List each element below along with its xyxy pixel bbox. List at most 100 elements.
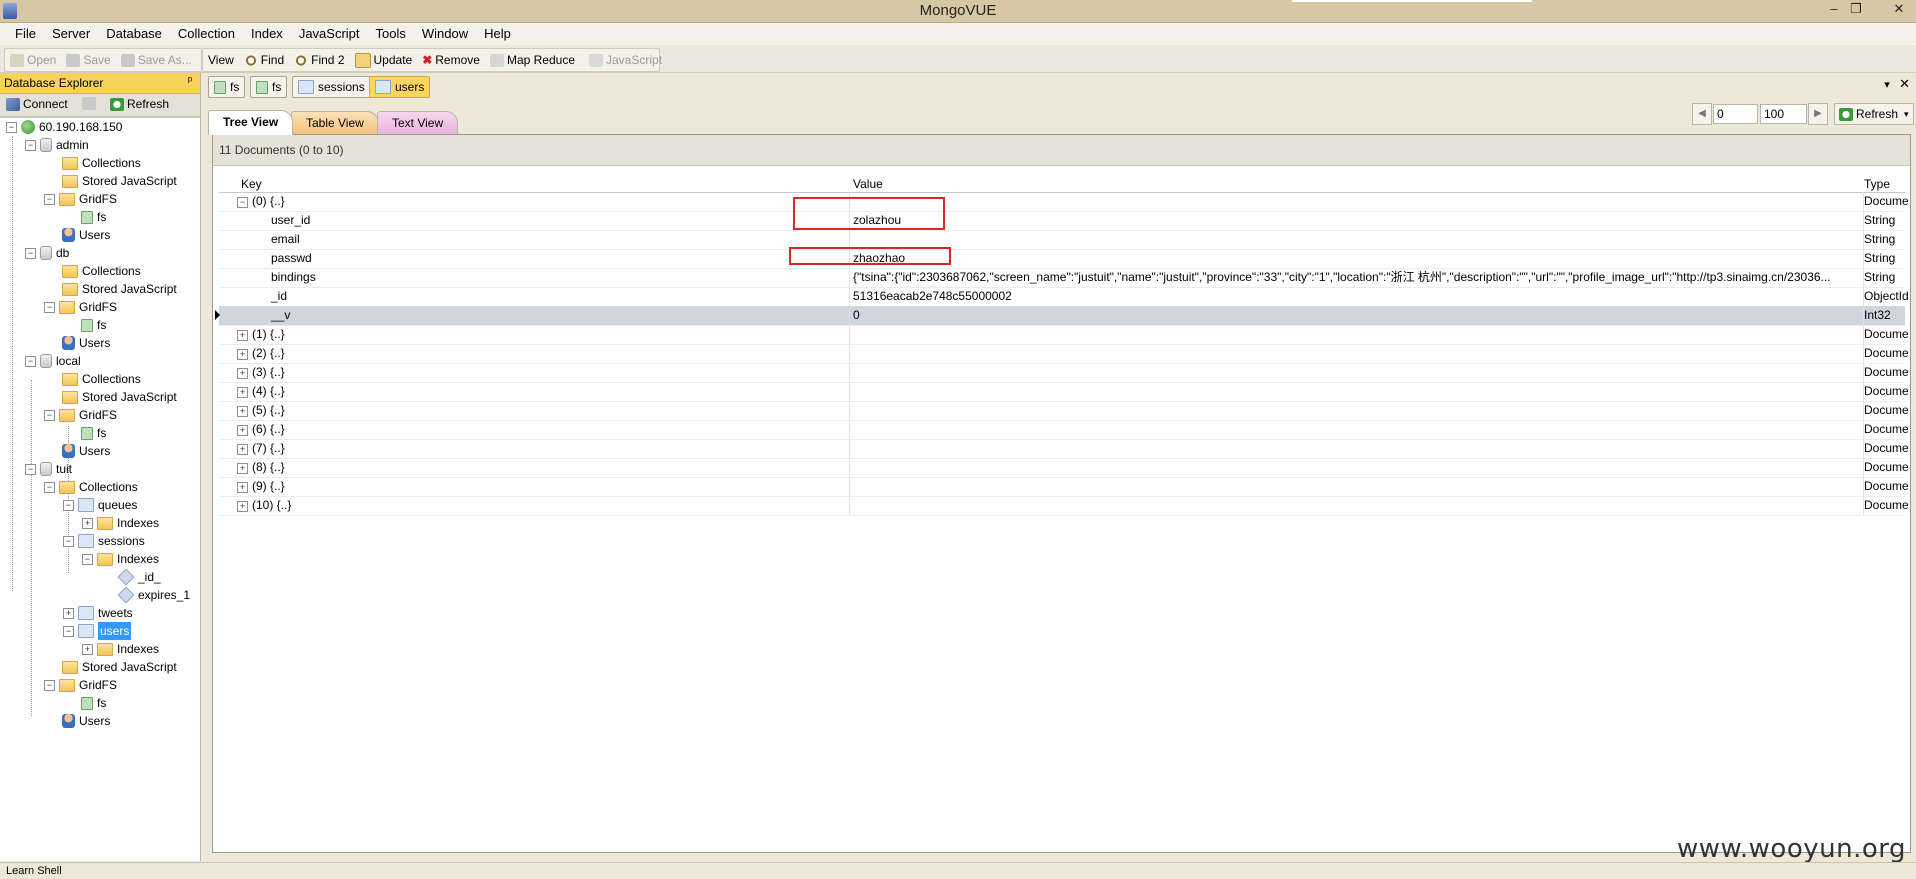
save-as-button[interactable]: Save As... xyxy=(116,49,197,71)
disconnect-button[interactable] xyxy=(82,97,99,110)
table-row[interactable]: + (2) {..} Document xyxy=(219,344,1908,364)
table-row[interactable]: passwd zhaozhao String xyxy=(219,249,1905,269)
tree-collection-queues[interactable]: − queues xyxy=(63,496,137,514)
open-button[interactable]: Open xyxy=(5,49,61,71)
tab-table-view[interactable]: Table View xyxy=(291,111,379,134)
menu-index[interactable]: Index xyxy=(243,23,291,45)
expand-icon[interactable]: + xyxy=(237,406,248,417)
tree-db-admin[interactable]: − admin xyxy=(25,136,89,154)
doc-tab-sessions[interactable]: sessions xyxy=(292,76,371,98)
collapse-icon[interactable]: − xyxy=(237,197,248,208)
table-row[interactable]: email String xyxy=(219,230,1905,250)
tree-stored-js[interactable]: Stored JavaScript xyxy=(62,280,177,298)
skip-input[interactable]: 0 xyxy=(1713,104,1758,124)
find2-button[interactable]: Find 2 xyxy=(289,49,349,71)
menu-tools[interactable]: Tools xyxy=(368,23,414,45)
map-reduce-button[interactable]: Map Reduce xyxy=(485,49,580,71)
javascript-button[interactable]: JavaScript xyxy=(584,49,667,71)
tree-users[interactable]: Users xyxy=(62,226,110,244)
tab-text-view[interactable]: Text View xyxy=(377,111,459,134)
tree-stored-js[interactable]: Stored JavaScript xyxy=(62,172,177,190)
tree-gridfs[interactable]: − GridFS xyxy=(44,298,117,316)
table-row[interactable]: + (1) {..} Document xyxy=(219,325,1908,345)
tree-users[interactable]: Users xyxy=(62,712,110,730)
table-row[interactable]: + (4) {..} Document xyxy=(219,382,1908,402)
doc-tab-fs[interactable]: fs xyxy=(208,76,246,98)
close-button[interactable]: ✕ xyxy=(1888,1,1910,19)
connect-button[interactable]: Connect xyxy=(6,97,68,111)
tree-gridfs[interactable]: − GridFS xyxy=(44,190,117,208)
collapse-icon[interactable]: − xyxy=(44,193,55,205)
tree-indexes[interactable]: − Indexes xyxy=(82,550,159,568)
collapse-icon[interactable]: − xyxy=(63,625,74,637)
table-row-selected[interactable]: __v 0 Int32 xyxy=(215,306,1905,326)
expand-icon[interactable]: + xyxy=(237,444,248,455)
tree-gridfs[interactable]: − GridFS xyxy=(44,406,117,424)
tree-db-db[interactable]: − db xyxy=(25,244,69,262)
collapse-icon[interactable]: − xyxy=(25,247,36,259)
table-row[interactable]: + (5) {..} Document xyxy=(219,401,1908,421)
tree-gridfs-fs[interactable]: fs xyxy=(81,316,106,334)
collapse-icon[interactable]: − xyxy=(25,139,36,151)
table-row[interactable]: user_id zolazhou String xyxy=(219,211,1905,231)
find-button[interactable]: Find xyxy=(239,49,289,71)
table-row[interactable]: + (10) {..} Document xyxy=(219,496,1908,516)
expand-icon[interactable]: + xyxy=(237,425,248,436)
dropdown-arrow-icon[interactable]: ▾ xyxy=(1904,109,1909,120)
expand-icon[interactable]: + xyxy=(237,501,248,512)
table-row[interactable]: _id 51316eacab2e748c55000002 ObjectId xyxy=(219,287,1908,307)
menu-file[interactable]: File xyxy=(0,23,44,45)
tree-gridfs-fs[interactable]: fs xyxy=(81,208,106,226)
expand-icon[interactable]: + xyxy=(237,349,248,360)
collapse-icon[interactable]: − xyxy=(25,355,36,367)
menu-window[interactable]: Window xyxy=(414,23,476,45)
collapse-icon[interactable]: − xyxy=(44,679,55,691)
explorer-refresh-button[interactable]: Refresh xyxy=(110,97,169,111)
tree-collections[interactable]: Collections xyxy=(62,370,141,388)
tree-db-local[interactable]: − local xyxy=(25,352,81,370)
expand-icon[interactable]: + xyxy=(237,387,248,398)
tree-collection-sessions[interactable]: − sessions xyxy=(63,532,145,550)
tree-gridfs-fs[interactable]: fs xyxy=(81,424,106,442)
doc-tab-fs-2[interactable]: fs xyxy=(250,76,288,98)
expand-icon[interactable]: + xyxy=(237,482,248,493)
update-button[interactable]: Update xyxy=(350,49,418,71)
tree-users[interactable]: Users xyxy=(62,442,110,460)
menu-collection[interactable]: Collection xyxy=(170,23,243,45)
tree-db-tuit[interactable]: − tuit xyxy=(25,460,72,478)
expand-icon[interactable]: + xyxy=(82,517,93,529)
menu-javascript[interactable]: JavaScript xyxy=(291,23,368,45)
tree-index-id[interactable]: _id_ xyxy=(117,568,161,586)
menu-help[interactable]: Help xyxy=(476,23,519,45)
table-row[interactable]: −(0) {..} Document xyxy=(219,192,1908,212)
grid-refresh-button[interactable]: Refresh ▾ xyxy=(1834,103,1914,125)
close-tab-icon[interactable]: ✕ xyxy=(1899,76,1910,91)
tree-collection-tweets[interactable]: + tweets xyxy=(63,604,133,622)
menu-server[interactable]: Server xyxy=(44,23,98,45)
tree-gridfs-fs[interactable]: fs xyxy=(81,694,106,712)
tab-tree-view[interactable]: Tree View xyxy=(208,110,294,135)
collapse-icon[interactable]: − xyxy=(6,121,17,133)
collapse-icon[interactable]: − xyxy=(44,409,55,421)
table-row[interactable]: + (6) {..} Document xyxy=(219,420,1908,440)
expand-icon[interactable]: + xyxy=(237,463,248,474)
expand-icon[interactable]: + xyxy=(237,368,248,379)
tree-index-expires[interactable]: expires_1 xyxy=(117,586,190,604)
view-button[interactable]: View xyxy=(203,49,239,71)
tree-collection-users[interactable]: − users xyxy=(63,622,132,640)
restore-button[interactable]: ❐ xyxy=(1845,1,1867,19)
expand-icon[interactable]: + xyxy=(237,330,248,341)
tree-indexes[interactable]: + Indexes xyxy=(82,514,159,532)
table-row[interactable]: + (3) {..} Document xyxy=(219,363,1908,383)
expand-icon[interactable]: + xyxy=(63,607,74,619)
tree-indexes[interactable]: + Indexes xyxy=(82,640,159,658)
collapse-icon[interactable]: − xyxy=(63,499,74,511)
tree-stored-js[interactable]: Stored JavaScript xyxy=(62,388,177,406)
minimize-button[interactable]: – xyxy=(1823,1,1845,19)
collapse-icon[interactable]: − xyxy=(25,463,36,475)
table-row[interactable]: + (9) {..} Document xyxy=(219,477,1908,497)
save-button[interactable]: Save xyxy=(61,49,115,71)
tree-server-node[interactable]: − 60.190.168.150 xyxy=(6,118,122,136)
status-text[interactable]: Learn Shell xyxy=(6,865,62,877)
pin-icon[interactable]: ᵖ xyxy=(188,75,192,87)
